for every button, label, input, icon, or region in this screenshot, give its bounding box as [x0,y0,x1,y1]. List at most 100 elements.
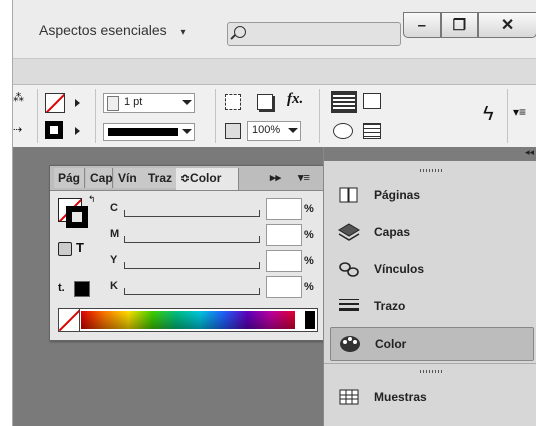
minimize-button[interactable]: – [403,12,441,38]
none-swatch[interactable] [59,309,80,331]
dock-item-label: Color [375,337,407,351]
separator [319,89,320,143]
channel-value-field[interactable] [266,276,302,298]
control-bar: ⁂ ⇢ 1 pt fx. 100% ϟ ▾≡ [13,84,536,148]
tab-links[interactable]: Vín [114,168,145,188]
separator [215,89,216,143]
chevron-down-icon[interactable] [182,100,192,105]
black-swatch[interactable] [305,311,315,329]
grip-handle[interactable] [420,370,442,373]
window-controls: – ❐ ✕ [403,12,536,38]
pages-icon [338,185,360,205]
separator [37,89,38,143]
spectrum-shade [81,311,295,329]
effects-icon[interactable]: fx. [287,91,303,108]
stroke-icon [338,296,360,316]
tint-icon: t. [58,282,65,294]
percent-label: % [304,229,314,241]
color-spectrum[interactable] [58,308,318,332]
align-icon[interactable] [363,93,381,109]
search-icon [234,26,246,38]
dock-header: ◂◂ [324,147,536,161]
lightning-icon[interactable]: ϟ [483,103,494,126]
color-icon [339,334,361,354]
reference-point-icon[interactable]: ⁂ [13,91,24,104]
white-swatch[interactable] [295,311,305,329]
chevron-down-icon [182,129,192,134]
formatting-container-icon[interactable] [58,242,72,256]
fill-menu-arrow-icon[interactable] [75,99,80,107]
collapse-dock-icon[interactable]: ◂◂ [525,147,534,158]
percent-label: % [304,203,314,215]
opacity-icon[interactable] [225,123,241,139]
channel-value-field[interactable] [266,198,302,220]
tab-layers[interactable]: Cap [86,168,113,188]
dock-item-label: Páginas [374,188,421,202]
transform-icon[interactable]: ⇢ [13,123,22,136]
layers-icon [338,222,360,242]
panel-dock: ◂◂ Páginas Capas Vínculos Trazo Color Mu… [323,147,536,426]
stroke-type-preview [108,128,178,136]
panel-tabs: Pág Cap Vín Traz ≎Color ▸▸ ▾≡ [50,166,325,191]
indesign-window: Aspectos esenciales ▾ – ❐ ✕ ⁂ ⇢ 1 pt fx.… [12,0,536,426]
stepper-icon[interactable] [107,96,119,111]
swatches-icon [338,387,360,407]
dock-item-label: Trazo [374,299,406,313]
tab-stroke[interactable]: Traz [144,168,177,188]
stroke-menu-arrow-icon[interactable] [75,127,80,135]
percent-label: % [304,255,314,267]
channel-slider[interactable] [124,262,260,269]
dock-item-swatches[interactable]: Muestras [330,381,532,413]
channel-label: Y [110,254,118,266]
opacity-field[interactable]: 100% [247,121,301,141]
separator [95,89,96,143]
channel-value-field[interactable] [266,224,302,246]
stroke-box[interactable] [66,206,88,228]
dock-item-label: Muestras [374,390,427,404]
restore-button[interactable]: ❐ [440,12,479,38]
close-button[interactable]: ✕ [478,12,536,38]
dock-item-links[interactable]: Vínculos [330,253,532,285]
wrap-shape-icon[interactable] [333,123,353,139]
text-wrap-icon[interactable] [331,91,357,113]
grip-handle[interactable] [420,169,442,172]
workspace-label: Aspectos esenciales [39,22,167,38]
channel-label: C [110,202,118,214]
percent-label: % [304,281,314,293]
dock-item-color[interactable]: Color [330,327,534,361]
dock-item-label: Vínculos [374,262,425,276]
stroke-type-select[interactable] [103,123,195,141]
chevron-down-icon: ▾ [180,27,186,38]
separator [507,89,508,143]
last-color-swatch[interactable] [74,281,90,297]
channel-label: K [110,280,118,292]
dock-divider [324,363,536,364]
channel-slider[interactable] [124,236,260,243]
panel-menu-icon[interactable]: ▾≡ [513,105,526,119]
expand-icon[interactable]: ▸▸ [270,171,281,184]
workspace-selector[interactable]: Aspectos esenciales ▾ [39,22,186,38]
chevron-down-icon[interactable] [288,128,298,133]
panel-menu-icon[interactable]: ▾≡ [298,171,310,184]
dock-item-layers[interactable]: Capas [330,216,532,248]
formatting-text-icon[interactable]: T [76,240,84,255]
color-panel: Pág Cap Vín Traz ≎Color ▸▸ ▾≡ ↰ T t. C %… [49,165,326,341]
tab-color[interactable]: ≎Color [176,168,239,190]
links-icon [338,259,360,279]
dock-item-stroke[interactable]: Trazo [330,290,532,322]
dock-item-pages[interactable]: Páginas [330,179,532,211]
title-bar: Aspectos esenciales ▾ – ❐ ✕ [13,0,536,59]
drop-shadow-icon[interactable] [257,94,273,110]
stroke-swatch[interactable] [45,121,63,139]
opacity-value: 100% [252,124,281,136]
fill-swatch[interactable] [45,93,65,113]
channel-slider[interactable] [124,210,260,217]
search-input[interactable] [227,22,401,46]
frame-fitting-icon[interactable] [225,94,241,110]
channel-value-field[interactable] [266,250,302,272]
stroke-weight-field[interactable]: 1 pt [103,93,195,113]
text-frame-icon[interactable] [363,123,381,139]
tab-pages[interactable]: Pág [54,168,85,188]
swap-icon[interactable]: ↰ [88,194,96,205]
channel-slider[interactable] [124,288,260,295]
